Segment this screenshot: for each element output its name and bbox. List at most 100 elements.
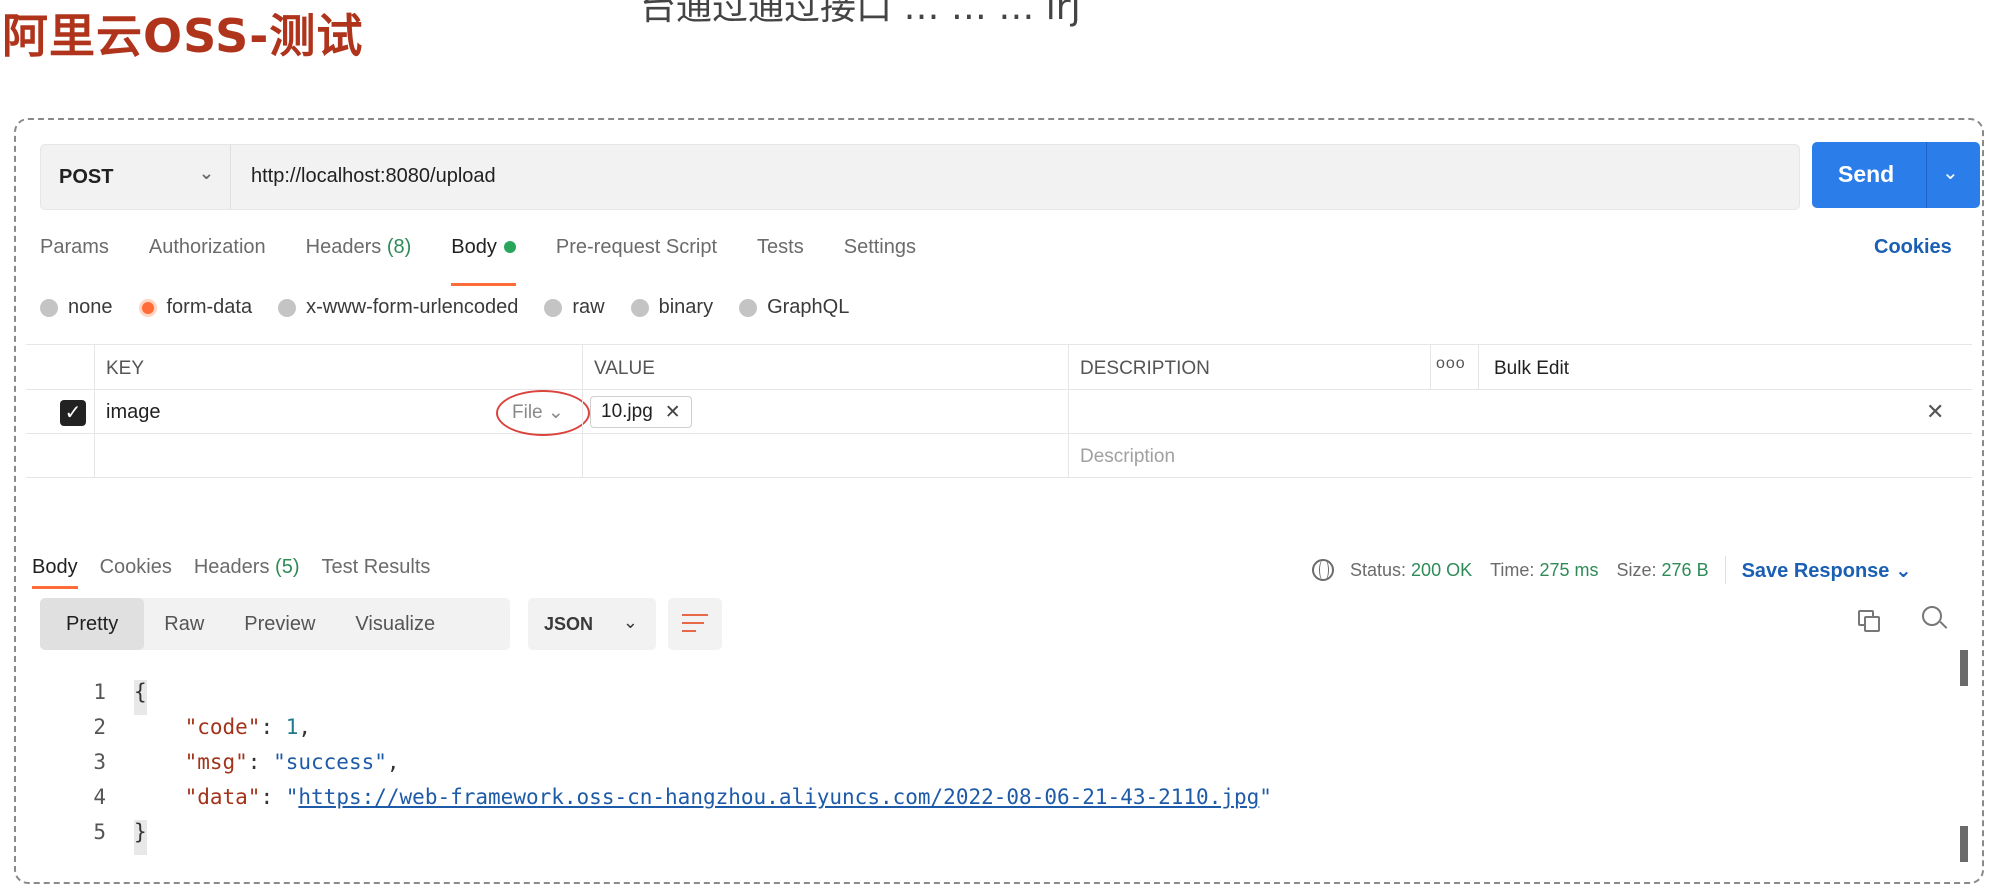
scrollbar-thumb[interactable] [1960,650,1968,686]
bulk-edit-button[interactable]: Bulk Edit [1494,358,1569,380]
delete-row-icon[interactable]: ✕ [1926,399,1944,425]
view-pretty[interactable]: Pretty [40,598,145,650]
status-value: 200 OK [1411,559,1473,580]
radio-circle [40,298,58,317]
chevron-down-icon[interactable]: ⌄ [1942,160,1959,185]
radio-label: raw [572,296,605,318]
radio-label: GraphQL [767,296,850,318]
key-column-header: KEY [106,358,145,379]
tab-test-results[interactable]: Test Results [321,556,430,579]
url-input[interactable]: http://localhost:8080/upload [251,165,496,188]
json-value-msg: "success" [273,750,387,774]
value-column-header: VALUE [594,358,655,379]
request-bar: POST ⌄ http://localhost:8080/upload [40,144,1800,210]
tab-response-cookies[interactable]: Cookies [100,556,172,579]
tab-headers-count: (8) [386,236,412,258]
method-select[interactable]: POST ⌄ [41,145,231,209]
tab-headers[interactable]: Headers (8) [306,236,412,276]
chevron-down-icon: ⌄ [1895,559,1912,582]
annotation-circle [496,390,590,436]
postman-window: POST ⌄ http://localhost:8080/upload Send… [14,118,1984,884]
slide-title: 阿里云OSS-测试 [2,9,364,63]
tab-body-label: Body [451,236,497,258]
description-input[interactable]: Description [1080,446,1175,468]
file-chip: 10.jpg ✕ [590,396,692,428]
table-row: ✓ image File ⌄ 10.jpg ✕ ✕ [26,390,1972,436]
cookies-link[interactable]: Cookies [1874,236,1952,259]
tab-response-body[interactable]: Body [32,556,78,589]
view-preview[interactable]: Preview [224,598,335,650]
radio-graphql[interactable]: GraphQL [739,296,849,319]
column-divider [1478,344,1479,390]
chevron-down-icon: ⌄ [198,163,214,183]
body-indicator-dot [503,241,516,253]
remove-file-icon[interactable]: ✕ [665,401,681,424]
tab-response-headers-label: Headers [193,556,270,578]
tab-authorization[interactable]: Authorization [149,236,266,276]
radio-circle-selected [138,298,157,317]
radio-label: form-data [166,296,253,318]
format-select[interactable]: JSON ⌄ [528,598,656,650]
line-number: 3 [93,750,106,774]
response-meta: Status: 200 OK Time: 275 ms Size: 276 B … [1312,556,1912,584]
send-divider [1926,142,1927,208]
wrap-icon [682,622,704,624]
json-value-code: 1 [285,715,299,739]
radio-circle [739,298,758,317]
table-row-empty: Description [26,434,1972,478]
code-line: 3 "msg": "success", [56,750,1272,785]
tab-params[interactable]: Params [40,236,109,276]
copy-icon[interactable] [1858,610,1882,634]
description-column-header: DESCRIPTION [1080,358,1210,379]
search-icon[interactable] [1922,606,1948,632]
wrap-icon [682,630,696,632]
json-key-msg: "msg" [184,750,248,774]
radio-x-www-form-urlencoded[interactable]: x-www-form-urlencoded [278,296,518,319]
key-cell[interactable]: image [106,401,160,424]
code-line: 5} [56,820,1272,855]
divider [1724,556,1726,584]
globe-icon[interactable] [1312,559,1334,581]
search-icon-handle [1939,621,1948,629]
tab-body[interactable]: Body [451,236,516,286]
radio-raw[interactable]: raw [544,296,605,319]
row-checkbox[interactable]: ✓ [60,400,86,426]
request-tabs: Params Authorization Headers (8) Body Pr… [40,236,956,286]
body-mode-radios: none form-data x-www-form-urlencoded raw… [40,296,875,319]
line-number: 5 [93,820,106,844]
tab-response-headers[interactable]: Headers (5) [194,556,300,579]
slide-subtitle-cut: 台通过通过接口 … … … lrj [640,0,1081,28]
tab-tests[interactable]: Tests [757,236,804,276]
send-button[interactable]: Send ⌄ [1812,142,1980,208]
column-divider [582,344,583,478]
file-name: 10.jpg [601,401,653,422]
json-value-data-link[interactable]: https://web-framework.oss-cn-hangzhou.al… [298,785,1259,820]
tab-pre-request-script[interactable]: Pre-request Script [556,236,717,276]
open-brace: { [134,680,147,715]
column-divider [94,344,95,478]
tab-settings[interactable]: Settings [844,236,916,276]
view-raw[interactable]: Raw [144,598,224,650]
radio-label: x-www-form-urlencoded [306,296,519,318]
scrollbar-thumb[interactable] [1960,826,1968,862]
chevron-down-icon: ⌄ [622,612,638,632]
wrap-lines-button[interactable] [668,598,722,650]
view-visualize[interactable]: Visualize [335,598,455,650]
view-mode-toggle: Pretty Raw Preview Visualize [40,598,510,650]
radio-label: none [68,296,113,318]
radio-none[interactable]: none [40,296,113,319]
save-response-button[interactable]: Save Response ⌄ [1742,558,1912,583]
search-icon-lens [1922,606,1942,626]
line-number: 2 [93,715,106,739]
status-label: Status: [1350,559,1407,580]
radio-binary[interactable]: binary [630,296,714,319]
response-tabs: Body Cookies Headers (5) Test Results [32,556,452,589]
radio-label: binary [658,296,714,318]
line-number: 4 [93,785,106,809]
code-line: 1{ [56,680,1272,715]
radio-form-data[interactable]: form-data [138,296,253,319]
more-options-icon[interactable]: ooo [1436,355,1466,373]
time-value: 275 ms [1539,559,1599,580]
column-divider [1430,344,1431,390]
column-divider [1068,344,1069,478]
